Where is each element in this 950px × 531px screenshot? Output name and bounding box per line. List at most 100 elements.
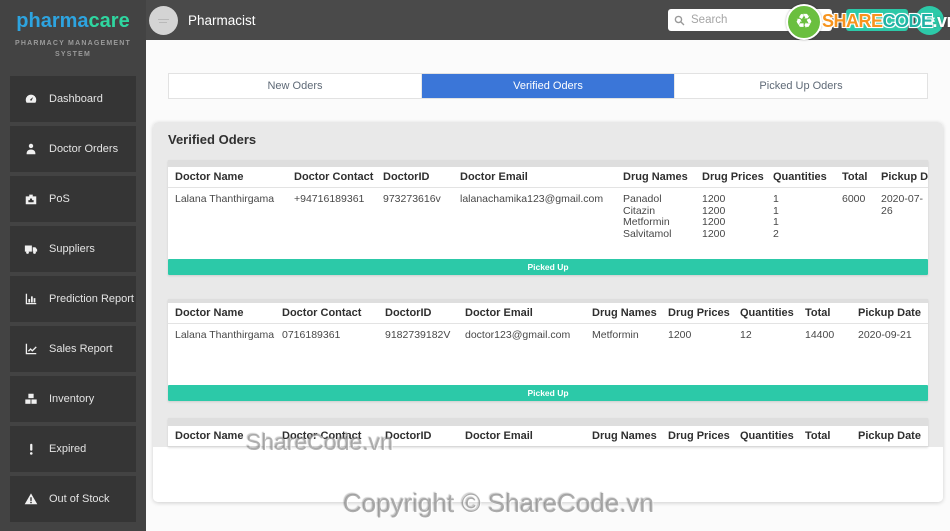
panel-title: Verified Oders — [168, 122, 928, 155]
col-doctor-id: DoctorID — [378, 307, 458, 319]
table-scroll-track[interactable] — [168, 418, 928, 426]
sidebar-item-label: Suppliers — [49, 243, 95, 255]
col-drug-prices: Drug Prices — [661, 430, 733, 442]
cell-doctor-contact: +94716189361 — [287, 194, 376, 206]
search-box — [668, 9, 832, 31]
main-content: New Oders Verified Oders Picked Up Oders… — [146, 40, 950, 531]
tab-new-orders[interactable]: New Oders — [169, 74, 422, 98]
col-doctor-email: Doctor Email — [458, 307, 585, 319]
col-drug-names: Drug Names — [585, 307, 661, 319]
col-doctor-email: Doctor Email — [453, 171, 616, 183]
col-quantities: Quantities — [733, 307, 798, 319]
sidebar-item-inventory[interactable]: Inventory — [10, 376, 136, 422]
col-doctor-contact: Doctor Contact — [275, 307, 378, 319]
cell-doctor-email: lalanachamika123@gmail.com — [453, 194, 616, 206]
user-role-label: Pharmacist — [188, 13, 256, 28]
logo-subtitle: PHARMACY MANAGEMENT SYSTEM — [6, 39, 140, 60]
col-quantities: Quantities — [733, 430, 798, 442]
sidebar-item-label: Prediction Report — [49, 293, 134, 305]
picked-up-button[interactable]: Picked Up — [168, 259, 928, 275]
tab-verified-orders[interactable]: Verified Oders — [422, 74, 675, 98]
sidebar-item-expired[interactable]: Expired — [10, 426, 136, 472]
cell-doctor-name: Lalana Thanthirgama — [168, 194, 287, 206]
sidebar-item-prediction-report[interactable]: Prediction Report — [10, 276, 136, 322]
order-table-2: Doctor Name Doctor Contact DoctorID Doct… — [168, 299, 928, 401]
cell-pickup-date: 2020-07-26 — [874, 194, 928, 217]
bar-chart-icon — [23, 291, 39, 307]
cell-pickup-date: 2020-09-21 — [851, 330, 928, 342]
order-table-1: Doctor Name Doctor Contact DoctorID Doct… — [168, 160, 928, 275]
col-doctor-name: Doctor Name — [168, 307, 275, 319]
cell-drug-names: Metformin — [585, 330, 661, 342]
user-avatar[interactable] — [149, 6, 178, 35]
cell-drug-prices: 1200 1200 1200 1200 — [695, 194, 766, 240]
col-drug-names: Drug Names — [585, 430, 661, 442]
col-doctor-contact: Doctor Contact — [275, 430, 378, 442]
cell-doctor-email: doctor123@gmail.com — [458, 330, 585, 342]
app-logo: pharmacare PHARMACY MANAGEMENT SYSTEM — [0, 0, 146, 68]
exclamation-icon — [23, 441, 39, 457]
search-button[interactable] — [846, 9, 908, 31]
search-input[interactable] — [691, 14, 826, 26]
table-header-row: Doctor Name Doctor Contact DoctorID Doct… — [168, 303, 928, 324]
sidebar-item-suppliers[interactable]: Suppliers — [10, 226, 136, 272]
cell-doctor-id: 973273616v — [376, 194, 453, 206]
verified-orders-panel: Verified Oders Doctor Name Doctor Contac… — [153, 122, 943, 502]
top-navbar: Pharmacist ⚙ — [146, 0, 950, 40]
pos-icon — [23, 191, 39, 207]
sidebar-item-dashboard[interactable]: Dashboard — [10, 76, 136, 122]
col-pickup-date: Pickup Date — [851, 307, 928, 319]
line-chart-icon — [23, 341, 39, 357]
col-pickup-date: Pickup Date — [851, 430, 928, 442]
col-doctor-id: DoctorID — [376, 171, 453, 183]
col-doctor-email: Doctor Email — [458, 430, 585, 442]
col-doctor-contact: Doctor Contact — [287, 171, 376, 183]
sidebar-menu: Dashboard Doctor Orders PoS Suppliers Pr… — [10, 76, 136, 522]
sidebar-item-label: Expired — [49, 443, 86, 455]
gear-icon[interactable]: ⚙ — [915, 6, 944, 35]
col-doctor-id: DoctorID — [378, 430, 458, 442]
col-drug-prices: Drug Prices — [661, 307, 733, 319]
col-total: Total — [798, 430, 851, 442]
logo-text-care: care — [89, 10, 130, 32]
cell-doctor-id: 9182739182V — [378, 330, 458, 342]
cell-drug-names: Panadol Citazin Metformin Salvitamol — [616, 194, 695, 240]
cell-doctor-contact: 0716189361 — [275, 330, 378, 342]
col-drug-names: Drug Names — [616, 171, 695, 183]
sidebar: pharmacare PHARMACY MANAGEMENT SYSTEM Da… — [0, 0, 146, 531]
truck-icon — [23, 241, 39, 257]
col-pickup-date: Pickup Date — [874, 171, 928, 183]
gauge-icon — [23, 91, 39, 107]
tab-picked-up-orders[interactable]: Picked Up Oders — [675, 74, 927, 98]
picked-up-button[interactable]: Picked Up — [168, 385, 928, 401]
search-icon — [674, 15, 685, 26]
order-table-3: Doctor Name Doctor Contact DoctorID Doct… — [168, 418, 928, 447]
sidebar-item-label: Out of Stock — [49, 493, 110, 505]
sidebar-item-out-of-stock[interactable]: Out of Stock — [10, 476, 136, 522]
table-header-row: Doctor Name Doctor Contact DoctorID Doct… — [168, 426, 928, 447]
cell-total: 14400 — [798, 330, 851, 342]
col-doctor-name: Doctor Name — [168, 171, 287, 183]
sidebar-item-sales-report[interactable]: Sales Report — [10, 326, 136, 372]
sidebar-item-label: Dashboard — [49, 93, 103, 105]
sidebar-item-label: Sales Report — [49, 343, 113, 355]
col-total: Total — [835, 171, 874, 183]
sidebar-item-label: Inventory — [49, 393, 94, 405]
sidebar-item-pos[interactable]: PoS — [10, 176, 136, 222]
col-drug-prices: Drug Prices — [695, 171, 766, 183]
col-quantities: Quantities — [766, 171, 835, 183]
warning-triangle-icon — [23, 491, 39, 507]
sidebar-item-label: PoS — [49, 193, 70, 205]
order-tabs: New Oders Verified Oders Picked Up Oders — [168, 73, 928, 99]
cell-drug-prices: 1200 — [661, 330, 733, 342]
col-doctor-name: Doctor Name — [168, 430, 275, 442]
table-row: Lalana Thanthirgama +94716189361 9732736… — [168, 188, 928, 244]
doctor-icon — [23, 141, 39, 157]
table-row: Lalana Thanthirgama 0716189361 918273918… — [168, 324, 928, 346]
table-scroll-track[interactable] — [168, 160, 928, 167]
sidebar-item-doctor-orders[interactable]: Doctor Orders — [10, 126, 136, 172]
cell-total: 6000 — [835, 194, 874, 206]
cell-quantities: 12 — [733, 330, 798, 342]
table-header-row: Doctor Name Doctor Contact DoctorID Doct… — [168, 167, 928, 188]
logo-text-pharma: pharma — [16, 10, 88, 32]
